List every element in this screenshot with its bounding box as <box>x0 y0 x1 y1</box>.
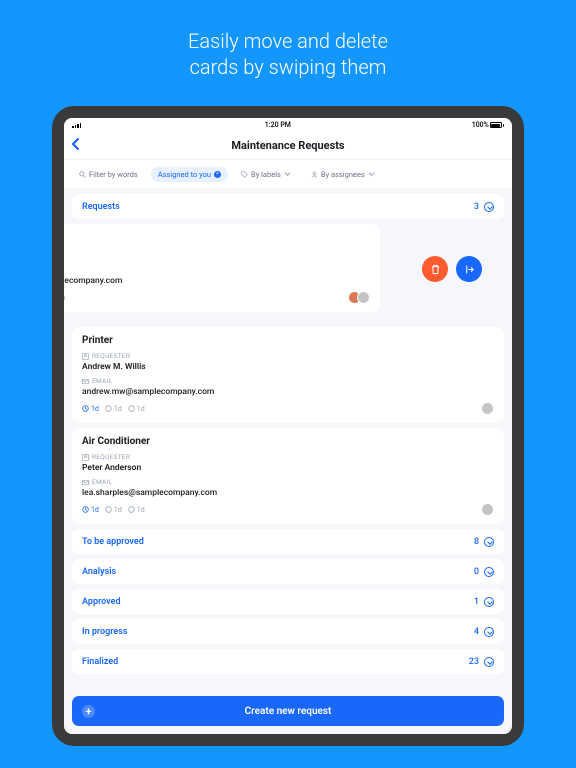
status-time: 1:20 PM <box>265 121 291 129</box>
move-button[interactable] <box>456 256 482 282</box>
nav-bar: Maintenance Requests <box>64 132 512 160</box>
delete-button[interactable] <box>422 256 448 282</box>
card-meta: 1d 1d 1d <box>82 405 145 413</box>
move-icon <box>464 264 475 275</box>
avatars <box>481 503 494 516</box>
filter-labels[interactable]: By labels <box>234 167 298 182</box>
content-area: Requests 3 ok Pro STER Sharples arples@s… <box>64 188 512 691</box>
plus-icon: + <box>82 705 95 718</box>
clock-icon <box>82 506 89 513</box>
avatars <box>348 291 370 304</box>
promo-line2: cards by swiping them <box>190 55 387 79</box>
card-title: Printer <box>82 335 494 346</box>
requester-value: Peter Anderson <box>82 463 494 473</box>
swiped-card-row[interactable]: ok Pro STER Sharples arples@samplecompan… <box>72 224 504 322</box>
requester-label: REQUESTER <box>92 453 130 461</box>
screen: 1:20 PM 100% Maintenance Requests Filter… <box>64 118 512 734</box>
collapse-icon <box>484 202 494 212</box>
phase-label: Approved <box>82 597 121 607</box>
phase-analysis[interactable]: Analysis 0 <box>72 559 504 584</box>
mail-icon <box>82 378 89 385</box>
clock-icon <box>128 506 135 513</box>
cta-label: Create new request <box>245 706 332 717</box>
clock-icon <box>105 506 112 513</box>
signal-icon <box>72 123 81 128</box>
requester-value: Andrew M. Willis <box>82 362 494 372</box>
clock-icon <box>128 405 135 412</box>
mail-icon <box>82 479 89 486</box>
status-bar: 1:20 PM 100% <box>64 118 512 132</box>
phase-finalized[interactable]: Finalized 23 <box>72 649 504 674</box>
card-meta: 1min 1min <box>64 294 65 302</box>
phase-label: In progress <box>82 627 128 637</box>
card-meta: 1d 1d 1d <box>82 506 145 514</box>
filter-words-label: Filter by words <box>89 170 138 179</box>
user-icon <box>82 353 89 360</box>
expand-icon <box>484 657 494 667</box>
promo-text: Easily move and delete cards by swiping … <box>168 0 408 106</box>
avatars <box>481 402 494 415</box>
filter-assignees[interactable]: By assignees <box>304 167 382 182</box>
phase-count: 4 <box>474 627 479 637</box>
phase-count: 23 <box>469 657 479 667</box>
phase-label: Finalized <box>82 657 118 667</box>
phase-tba[interactable]: To be approved 8 <box>72 529 504 554</box>
phase-label: Requests <box>82 202 120 212</box>
phase-count: 3 <box>474 202 479 212</box>
battery-pct: 100% <box>472 121 489 129</box>
expand-icon <box>484 567 494 577</box>
filter-assignees-label: By assignees <box>321 170 365 179</box>
device-frame: 1:20 PM 100% Maintenance Requests Filter… <box>52 106 524 746</box>
expand-icon <box>484 627 494 637</box>
expand-icon <box>484 597 494 607</box>
create-request-button[interactable]: + Create new request <box>72 696 504 726</box>
phase-requests[interactable]: Requests 3 <box>72 194 504 219</box>
filter-bar: Filter by words Assigned to you × By lab… <box>64 160 512 188</box>
email-value: arples@samplecompany.com <box>64 276 370 286</box>
phase-count: 0 <box>474 567 479 577</box>
requester-value: Sharples <box>64 261 370 271</box>
card-swiped[interactable]: ok Pro STER Sharples arples@samplecompan… <box>64 224 380 312</box>
filter-assigned[interactable]: Assigned to you × <box>151 167 228 182</box>
phase-approved[interactable]: Approved 1 <box>72 589 504 614</box>
requester-label: STER <box>64 251 370 259</box>
chevron-down-icon <box>368 171 375 178</box>
phase-label: To be approved <box>82 537 144 547</box>
battery-icon: 100% <box>472 121 504 129</box>
expand-icon <box>484 537 494 547</box>
email-label: EMAIL <box>92 478 112 486</box>
filter-labels-label: By labels <box>251 170 281 179</box>
card-title: ok Pro <box>64 232 370 251</box>
requester-label: REQUESTER <box>92 352 130 360</box>
card-ac[interactable]: Air Conditioner REQUESTER Peter Anderson… <box>72 428 504 524</box>
card-title: Air Conditioner <box>82 436 494 447</box>
clock-icon <box>105 405 112 412</box>
phase-inprogress[interactable]: In progress 4 <box>72 619 504 644</box>
email-label: EMAIL <box>92 377 112 385</box>
user-icon <box>311 171 318 178</box>
phase-count: 8 <box>474 537 479 547</box>
email-value: andrew.mw@samplecompany.com <box>82 387 494 397</box>
back-button[interactable] <box>70 136 82 155</box>
clock-icon <box>82 405 89 412</box>
tag-icon <box>241 171 248 178</box>
email-value: lea.sharples@samplecompany.com <box>82 488 494 498</box>
phase-label: Analysis <box>82 567 116 577</box>
chevron-down-icon <box>284 171 291 178</box>
close-icon[interactable]: × <box>214 171 221 178</box>
phase-count: 1 <box>474 597 479 607</box>
swipe-actions <box>422 256 482 282</box>
filter-words[interactable]: Filter by words <box>72 167 145 182</box>
filter-assigned-label: Assigned to you <box>158 170 211 179</box>
page-title: Maintenance Requests <box>231 139 344 152</box>
promo-line1: Easily move and delete <box>188 29 388 53</box>
trash-icon <box>430 264 441 275</box>
card-printer[interactable]: Printer REQUESTER Andrew M. Willis EMAIL… <box>72 327 504 423</box>
search-icon <box>79 171 86 178</box>
user-icon <box>82 454 89 461</box>
